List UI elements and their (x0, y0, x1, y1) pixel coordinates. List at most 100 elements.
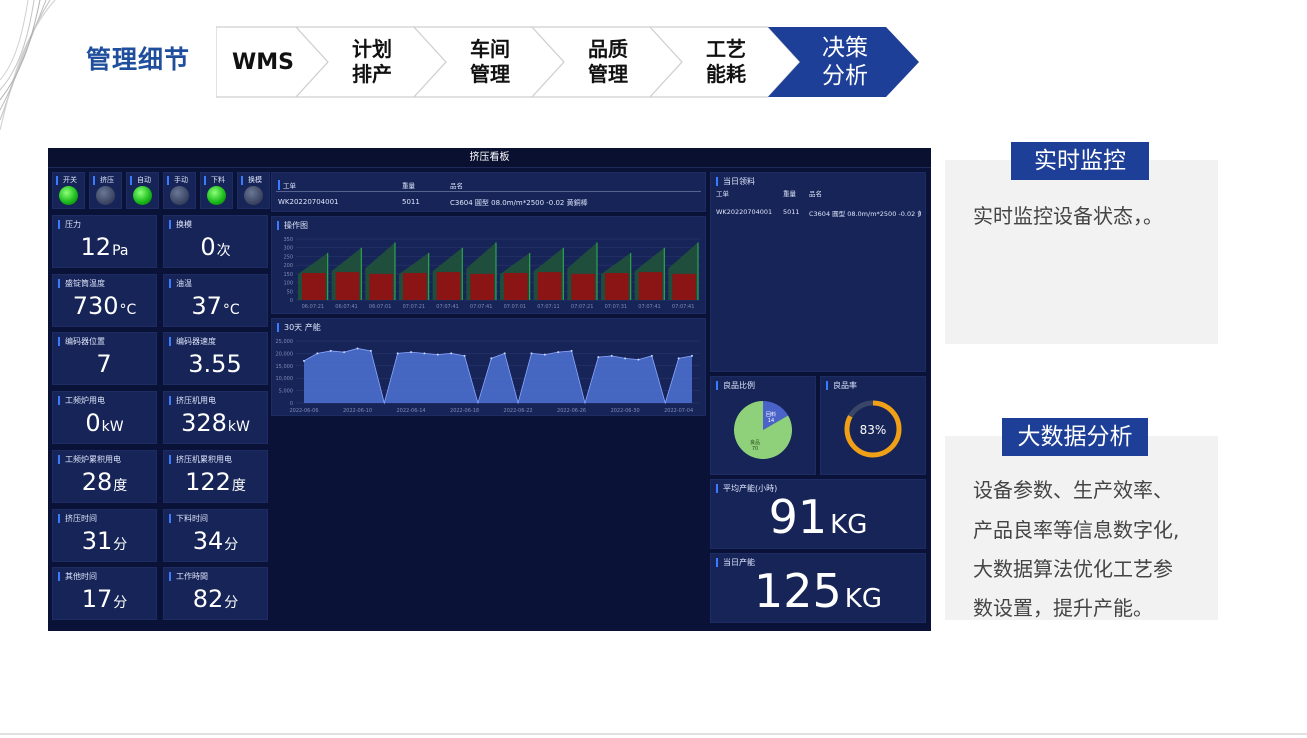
status-lamp-icon (244, 186, 263, 205)
lower-series-bar (470, 273, 494, 300)
avg-output-panel: 平均产能(小時) 91 KG (710, 479, 926, 549)
data-point (316, 352, 319, 355)
metric-card: 编码器位置 7 (52, 332, 157, 386)
x-tick-label: 06:07:01 (369, 304, 391, 310)
step-workshop[interactable]: 车间 管理 (438, 26, 542, 98)
y-tick-label: 0 (290, 401, 293, 407)
metric-value: 34 (192, 526, 224, 555)
metric-unit: kW (227, 419, 250, 436)
lower-series-bar (302, 272, 326, 300)
metric-unit: kW (101, 419, 124, 436)
operation-chart: 350 300 250 200 150 100 50 0 06:07:21 06:07:41 06:… (283, 237, 700, 310)
realtime-box (945, 160, 1218, 344)
metric-card: 工频炉用电 0kW (52, 391, 157, 445)
x-tick-label: 2022-07-04 (664, 408, 693, 414)
metric-value-wrap: 3.55 (164, 350, 267, 378)
y-tick-label: 0 (290, 298, 293, 304)
metric-value: 0 (85, 409, 101, 438)
data-point (637, 358, 640, 361)
x-tick-label: 06:07:21 (302, 304, 324, 310)
pie-slice-value: 14 (768, 418, 774, 424)
metric-unit: 分 (113, 536, 128, 553)
daily-output-display: 125 KG (711, 564, 925, 618)
metric-label: 编码器速度 (169, 337, 216, 347)
pie-slice-label: 回料 (766, 411, 776, 418)
y-tick-label: 20,000 (276, 351, 294, 357)
x-tick-label: 2022-06-06 (289, 408, 318, 414)
metric-card: 盛锭筒温度 730°C (52, 273, 157, 327)
metric-label: 编码器位置 (58, 337, 105, 347)
metric-unit: 分 (113, 595, 128, 612)
step-wms[interactable]: WMS (216, 26, 310, 98)
step-quality[interactable]: 品质 管理 (556, 26, 660, 98)
indicator-label: 手动 (167, 176, 188, 185)
metric-label: 工作時間 (169, 572, 208, 582)
metric-card: 下料时间 34分 (163, 508, 268, 562)
orders-col-weight: 重量 (402, 182, 415, 190)
metric-value-wrap: 82分 (164, 585, 267, 613)
data-point (490, 357, 493, 360)
pie-slice-label: 良品 (750, 439, 760, 446)
y-tick-label: 200 (283, 263, 293, 269)
indicator-label: 自动 (130, 176, 151, 185)
metric-card: 挤压机用电 328kW (163, 391, 268, 445)
metric-value-wrap: 7 (53, 350, 156, 378)
metric-card: 工频炉累积用电 28度 (52, 449, 157, 503)
metric-value: 3.55 (188, 350, 242, 379)
metric-value: 328 (181, 409, 227, 438)
realtime-text: 实时监控设备状态，。 (973, 204, 1163, 228)
indicator-3: 手动 (163, 172, 196, 209)
material-product: C3604 圓型 08.0m/m*2500 -0.02 黄銅 (809, 210, 921, 218)
metric-value: 0 (200, 233, 216, 261)
metric-unit: 度 (113, 477, 128, 494)
x-tick-label: 07:07:01 (504, 304, 526, 310)
order-product: C3604 圓型 08.0m/m*2500 -0.02 黄銅棒 (450, 199, 588, 207)
metric-label: 其他时间 (58, 572, 97, 582)
orders-col-name: 品名 (450, 182, 463, 190)
step-planning[interactable]: 计划 排产 (320, 26, 424, 98)
step-process-energy[interactable]: 工艺 能耗 (674, 26, 778, 98)
data-point (610, 354, 613, 357)
metric-label: 下料时间 (169, 513, 208, 523)
data-point (410, 351, 413, 354)
metric-label: 换模 (169, 220, 192, 229)
data-point (543, 353, 546, 356)
data-point (530, 352, 533, 355)
metric-value: 122 (185, 467, 231, 496)
data-point (624, 357, 627, 360)
metric-unit: 次 (216, 243, 231, 259)
x-tick-label: 2022-06-18 (450, 408, 479, 414)
indicator-5: 换模 (237, 172, 270, 209)
material-col-order: 工单 (716, 190, 729, 198)
decorative-swirl (0, 0, 56, 130)
bottom-divider (0, 733, 1307, 735)
bigdata-tag: 大数据分析 (1002, 418, 1148, 456)
data-point (557, 351, 560, 354)
metric-card: 编码器速度 3.55 (163, 332, 268, 386)
pie-slice-value: 70 (752, 446, 758, 452)
metric-value: 31 (81, 526, 113, 555)
daily-material-title: 当日领料 (716, 177, 755, 186)
metric-value-wrap: 122度 (164, 468, 267, 496)
good-rate-panel: 良品率 83% (820, 376, 926, 475)
step-decision-analysis[interactable]: 决策 分析 (792, 26, 898, 98)
table-row[interactable]: WK20220704001 5011 C3604 圓型 08.0m/m*2500… (715, 208, 921, 218)
order-weight: 5011 (402, 198, 420, 206)
indicator-label: 开关 (56, 176, 77, 185)
y-tick-label: 350 (283, 237, 293, 243)
data-point (356, 347, 359, 350)
data-point (436, 353, 439, 356)
metric-card: 油温 37°C (163, 273, 268, 327)
indicator-2: 自动 (126, 172, 159, 209)
metric-label: 油温 (169, 278, 192, 288)
metric-value: 12 (80, 233, 112, 261)
metric-value-wrap: 12Pa (53, 233, 156, 261)
metric-value-wrap: 0次 (164, 233, 267, 261)
avg-output-display: 91 KG (711, 490, 925, 544)
good-rate-value: 83% (859, 423, 887, 437)
daily-output-panel: 当日产能 125 KG (710, 553, 926, 623)
dashboard-title: 挤压看板 (48, 148, 931, 168)
x-tick-label: 2022-06-14 (397, 408, 426, 414)
order-id: WK20220704001 (278, 198, 339, 206)
daily-output-value: 125 (753, 564, 842, 618)
